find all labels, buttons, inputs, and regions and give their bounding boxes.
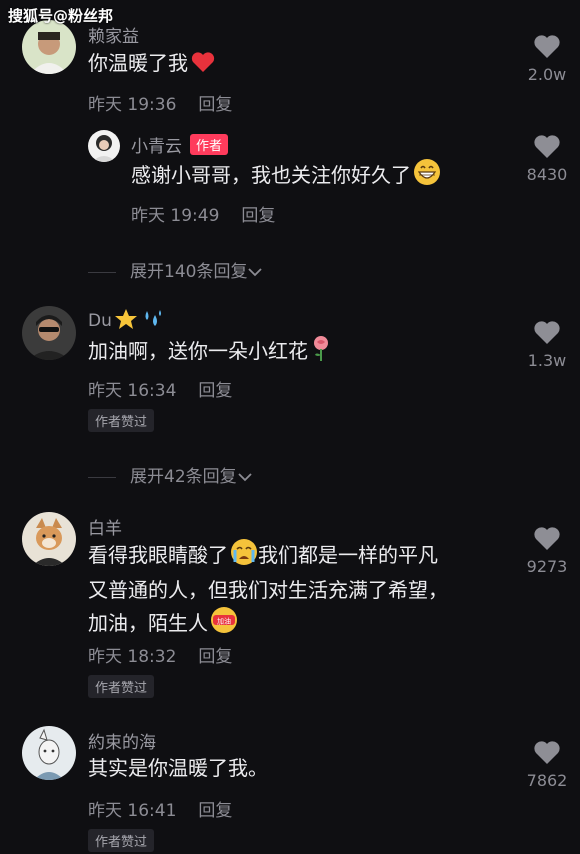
heart-icon[interactable] bbox=[533, 741, 561, 769]
reply-button[interactable]: 回复 bbox=[198, 647, 232, 667]
author-liked-tag: 作者赞过 bbox=[88, 829, 155, 852]
avatar[interactable] bbox=[22, 20, 76, 74]
commenter-name: Du bbox=[88, 308, 164, 335]
cheer-emoji-label: 加油 bbox=[217, 617, 231, 626]
reply-name[interactable]: 小青云 bbox=[131, 137, 182, 157]
watermark: 搜狐号@粉丝邦 bbox=[8, 7, 114, 25]
like-count: 2.0w bbox=[527, 65, 567, 84]
avatar[interactable] bbox=[22, 726, 76, 780]
commenter-name[interactable]: 白羊 bbox=[88, 514, 122, 539]
glowing-star-icon bbox=[114, 308, 138, 335]
author-liked-tag: 作者赞过 bbox=[88, 675, 155, 698]
divider-line bbox=[88, 476, 116, 478]
comment-time: 昨天 16:41 bbox=[88, 801, 177, 821]
heart-icon[interactable] bbox=[533, 135, 561, 163]
sweat-droplets-icon bbox=[140, 308, 164, 335]
chevron-down-icon bbox=[247, 262, 263, 282]
comment-text: 其实是你温暖了我。 bbox=[88, 756, 268, 780]
comment-text: 看得我眼睛酸了 我们都是一样的平凡 又普通的人，但我们对生活充满了希望， 加油，陌… bbox=[88, 538, 448, 643]
author-liked-tag: 作者赞过 bbox=[88, 409, 155, 432]
comment-text: 加油啊，送你一朵小红花 bbox=[88, 334, 332, 371]
avatar[interactable] bbox=[22, 512, 76, 566]
comment-text-line1a: 看得我眼睛酸了 bbox=[88, 543, 228, 567]
comment-text: 你温暖了我 bbox=[88, 48, 216, 83]
like-count: 9273 bbox=[526, 557, 568, 576]
divider-line bbox=[88, 271, 116, 273]
reply-author-name: 小青云 作者 bbox=[131, 132, 229, 157]
commenter-name[interactable]: 約束的海 bbox=[88, 728, 156, 753]
comment-text-line3: 加油，陌生人 bbox=[88, 611, 208, 635]
like-button[interactable]: 9273 bbox=[517, 526, 577, 576]
like-count: 8430 bbox=[526, 165, 568, 184]
expand-replies-button[interactable]: 展开140条回复 bbox=[88, 257, 263, 282]
expand-replies-button[interactable]: 展开42条回复 bbox=[88, 462, 253, 487]
avatar[interactable] bbox=[22, 306, 76, 360]
reply-button[interactable]: 回复 bbox=[198, 801, 232, 821]
like-button[interactable]: 2.0w bbox=[517, 34, 577, 84]
comment-text-line1b: 我们都是一样的平凡 bbox=[258, 543, 438, 567]
comment-text-content: 你温暖了我 bbox=[88, 51, 188, 75]
comment-meta: 昨天 19:36 回复 bbox=[88, 90, 232, 115]
like-button[interactable]: 8430 bbox=[517, 134, 577, 184]
heart-icon[interactable] bbox=[533, 35, 561, 63]
reply-text: 感谢小哥哥，我也关注你好久了 bbox=[131, 158, 441, 195]
cheer-emoji-icon: 加油 bbox=[210, 606, 238, 643]
comment-meta: 昨天 18:32 回复 bbox=[88, 642, 232, 667]
comment-text-content: 加油啊，送你一朵小红花 bbox=[88, 339, 308, 363]
grinning-face-icon bbox=[413, 158, 441, 195]
reply-button[interactable]: 回复 bbox=[198, 95, 232, 115]
author-badge: 作者 bbox=[190, 134, 229, 155]
like-button[interactable]: 1.3w bbox=[517, 320, 577, 370]
rose-icon bbox=[310, 334, 332, 371]
chevron-down-icon bbox=[237, 467, 253, 487]
expand-replies-label: 展开140条回复 bbox=[130, 262, 248, 282]
crying-face-icon bbox=[230, 538, 258, 575]
heart-icon[interactable] bbox=[533, 527, 561, 555]
comment-meta: 昨天 16:34 回复 bbox=[88, 376, 232, 401]
like-count: 1.3w bbox=[527, 351, 567, 370]
red-heart-icon bbox=[190, 50, 216, 83]
comment-meta: 昨天 16:41 回复 bbox=[88, 796, 232, 821]
heart-icon[interactable] bbox=[533, 321, 561, 349]
reply-button[interactable]: 回复 bbox=[241, 206, 275, 226]
avatar[interactable] bbox=[88, 130, 120, 162]
reply-time: 昨天 19:49 bbox=[131, 206, 220, 226]
comment-time: 昨天 19:36 bbox=[88, 95, 177, 115]
like-button[interactable]: 7862 bbox=[517, 740, 577, 790]
reply-button[interactable]: 回复 bbox=[198, 381, 232, 401]
like-count: 7862 bbox=[526, 771, 568, 790]
commenter-name-text[interactable]: Du bbox=[88, 311, 112, 331]
comment-time: 昨天 16:34 bbox=[88, 381, 177, 401]
comment-time: 昨天 18:32 bbox=[88, 647, 177, 667]
expand-replies-label: 展开42条回复 bbox=[130, 467, 237, 487]
reply-meta: 昨天 19:49 回复 bbox=[131, 201, 275, 226]
reply-text-content: 感谢小哥哥，我也关注你好久了 bbox=[131, 163, 411, 187]
comment-text-line2: 又普通的人，但我们对生活充满了希望， bbox=[88, 578, 448, 602]
